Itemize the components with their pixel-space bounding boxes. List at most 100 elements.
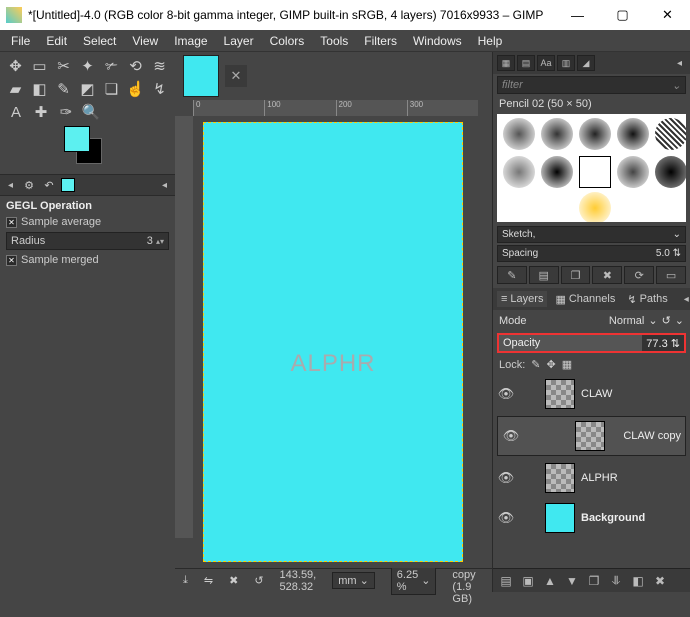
opacity-slider[interactable]: Opacity 77.3 ⇅ bbox=[497, 333, 686, 353]
lower-layer-icon[interactable]: ▼ bbox=[563, 572, 581, 590]
dock-expand-icon[interactable]: ◂ bbox=[680, 294, 690, 305]
text-tool-icon[interactable]: A bbox=[6, 102, 26, 122]
move-tool-icon[interactable]: ✥ bbox=[6, 56, 25, 76]
brush-item-selected[interactable] bbox=[579, 156, 611, 188]
page[interactable]: ALPHR bbox=[203, 122, 463, 562]
menu-view[interactable]: View bbox=[125, 32, 165, 50]
visibility-toggle-icon[interactable]: 👁 bbox=[497, 469, 515, 487]
layer-name[interactable]: CLAW bbox=[581, 388, 612, 400]
crop-tool-icon[interactable]: ✃ bbox=[102, 56, 121, 76]
edit-brush-icon[interactable]: ✎ bbox=[497, 266, 527, 284]
dock-expand-icon[interactable]: ◂ bbox=[158, 180, 171, 191]
brush-item[interactable] bbox=[617, 118, 649, 150]
tab-channels[interactable]: ▦Channels bbox=[551, 291, 619, 308]
visibility-toggle-icon[interactable]: 👁 bbox=[502, 427, 520, 445]
raise-layer-icon[interactable]: ▲ bbox=[541, 572, 559, 590]
new-group-icon[interactable]: ▣ bbox=[519, 572, 537, 590]
gradients-tab-icon[interactable]: ◢ bbox=[577, 55, 595, 71]
dock-expand-icon[interactable]: ◂ bbox=[673, 58, 686, 69]
fg-color-tab-icon[interactable] bbox=[61, 178, 75, 192]
tab-layers[interactable]: ≡Layers bbox=[497, 291, 547, 307]
mask-layer-icon[interactable]: ◧ bbox=[629, 572, 647, 590]
new-brush-icon[interactable]: ▤ bbox=[529, 266, 559, 284]
menu-edit[interactable]: Edit bbox=[39, 32, 74, 50]
dock-menu-icon[interactable]: ◂ bbox=[4, 180, 17, 191]
pencil-tool-icon[interactable]: ✎ bbox=[54, 79, 73, 99]
fg-color-swatch[interactable] bbox=[64, 126, 90, 152]
healing-tool-icon[interactable]: ✚ bbox=[31, 102, 51, 122]
brush-item[interactable] bbox=[541, 156, 573, 188]
color-picker-tool-icon[interactable]: ✑ bbox=[56, 102, 76, 122]
layer-row[interactable]: 👁 Background bbox=[493, 498, 690, 538]
gradient-tool-icon[interactable]: ◧ bbox=[30, 79, 49, 99]
menu-layer[interactable]: Layer bbox=[217, 32, 261, 50]
brush-item[interactable] bbox=[503, 118, 535, 150]
unit-dropdown[interactable]: mm⌄ bbox=[332, 572, 375, 589]
fuzzy-select-tool-icon[interactable]: ✦ bbox=[78, 56, 97, 76]
delete-layer-icon[interactable]: ✖ bbox=[651, 572, 669, 590]
close-button[interactable]: ✕ bbox=[645, 0, 690, 30]
ruler-vertical[interactable] bbox=[175, 116, 193, 538]
smudge-tool-icon[interactable]: ☝ bbox=[126, 79, 145, 99]
radius-field[interactable]: Radius 3 ▴▾ bbox=[6, 232, 169, 250]
layer-row[interactable]: 👁 CLAW bbox=[493, 374, 690, 414]
duplicate-brush-icon[interactable]: ❐ bbox=[561, 266, 591, 284]
minimize-button[interactable]: — bbox=[555, 0, 600, 30]
link-toggle[interactable] bbox=[521, 385, 539, 403]
duplicate-layer-icon[interactable]: ❐ bbox=[585, 572, 603, 590]
canvas[interactable]: ALPHR bbox=[193, 116, 478, 538]
lock-position-icon[interactable]: ✥ bbox=[547, 358, 556, 371]
layer-name[interactable]: ALPHR bbox=[581, 472, 618, 484]
save-icon[interactable]: ⤓ bbox=[175, 574, 196, 587]
maximize-button[interactable]: ▢ bbox=[600, 0, 645, 30]
image-thumbnail[interactable] bbox=[183, 55, 219, 97]
tool-options-tab-icon[interactable]: ⚙ bbox=[21, 177, 37, 193]
menu-file[interactable]: File bbox=[4, 32, 37, 50]
sample-average-checkbox[interactable]: ✕ bbox=[6, 217, 17, 228]
menu-image[interactable]: Image bbox=[167, 32, 214, 50]
menu-help[interactable]: Help bbox=[471, 32, 510, 50]
refresh-brush-icon[interactable]: ⟳ bbox=[624, 266, 654, 284]
layer-row[interactable]: 👁 CLAW copy bbox=[497, 416, 686, 456]
delete-brush-icon[interactable]: ✖ bbox=[592, 266, 622, 284]
brush-item[interactable] bbox=[579, 192, 611, 222]
layer-thumbnail[interactable] bbox=[575, 421, 605, 451]
brush-item[interactable] bbox=[617, 156, 649, 188]
brush-item[interactable] bbox=[579, 118, 611, 150]
mode-chevron-icon[interactable]: ⌄ bbox=[675, 314, 684, 327]
menu-select[interactable]: Select bbox=[76, 32, 123, 50]
menu-windows[interactable]: Windows bbox=[406, 32, 469, 50]
layer-row[interactable]: 👁 ALPHR bbox=[493, 458, 690, 498]
transform-tool-icon[interactable]: ⟲ bbox=[126, 56, 145, 76]
merge-layer-icon[interactable]: ⥥ bbox=[607, 572, 625, 590]
link-toggle[interactable] bbox=[521, 469, 539, 487]
zoom-dropdown[interactable]: 6.25 %⌄ bbox=[391, 567, 437, 595]
brush-grid[interactable] bbox=[497, 114, 686, 222]
delete-icon[interactable]: ✖ bbox=[221, 574, 246, 587]
link-toggle[interactable] bbox=[538, 427, 556, 445]
reset-icon[interactable]: ↺ bbox=[246, 574, 271, 587]
free-select-tool-icon[interactable]: ✂ bbox=[54, 56, 73, 76]
close-image-button[interactable]: ✕ bbox=[225, 65, 247, 87]
link-toggle[interactable] bbox=[521, 509, 539, 527]
clone-tool-icon[interactable]: ❏ bbox=[102, 79, 121, 99]
brush-preset-dropdown[interactable]: Sketch, ⌄ bbox=[497, 226, 686, 243]
new-layer-icon[interactable]: ▤ bbox=[497, 572, 515, 590]
brush-item[interactable] bbox=[503, 156, 535, 188]
menu-tools[interactable]: Tools bbox=[313, 32, 355, 50]
visibility-toggle-icon[interactable]: 👁 bbox=[497, 509, 515, 527]
sample-merged-checkbox[interactable]: ✕ bbox=[6, 255, 17, 266]
path-tool-icon[interactable]: ↯ bbox=[150, 79, 169, 99]
mode-dropdown[interactable]: ⌄ bbox=[648, 314, 657, 327]
brush-item[interactable] bbox=[541, 118, 573, 150]
visibility-toggle-icon[interactable]: 👁 bbox=[497, 385, 515, 403]
spinner-icon[interactable]: ▴▾ bbox=[156, 237, 164, 246]
layer-thumbnail[interactable] bbox=[545, 503, 575, 533]
layer-name[interactable]: CLAW copy bbox=[623, 430, 681, 442]
brush-filter-input[interactable]: filter ⌄ bbox=[497, 76, 686, 94]
layer-thumbnail[interactable] bbox=[545, 463, 575, 493]
color-swatches[interactable] bbox=[64, 126, 108, 170]
fonts-tab-icon[interactable]: Aa bbox=[537, 55, 555, 71]
lock-pixels-icon[interactable]: ✎ bbox=[531, 358, 540, 371]
tab-paths[interactable]: ↯Paths bbox=[623, 291, 671, 308]
